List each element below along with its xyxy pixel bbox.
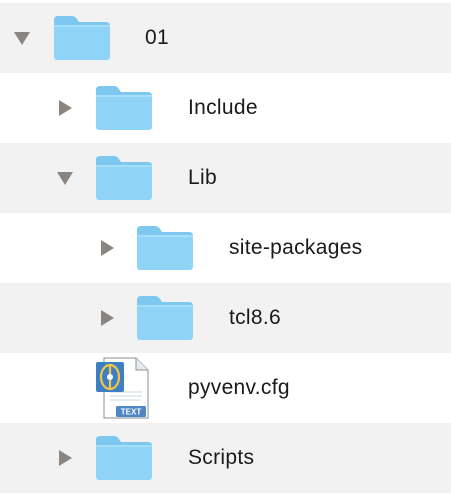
tree-row-pyvenv-cfg[interactable]: TEXT pyvenv.cfg (0, 353, 451, 423)
text-document-icon: TEXT (96, 357, 149, 419)
tree-row-include[interactable]: Include (0, 73, 451, 143)
tree-row-label: Scripts (188, 446, 255, 469)
disclosure-collapsed-icon[interactable] (57, 100, 73, 116)
disclosure-collapsed-icon[interactable] (57, 450, 73, 466)
folder-icon (96, 86, 152, 130)
tree-row-label: pyvenv.cfg (188, 376, 290, 399)
folder-icon (137, 296, 193, 340)
tree-row-scripts[interactable]: Scripts (0, 423, 451, 493)
tree-row-lib[interactable]: Lib (0, 143, 451, 213)
folder-icon (137, 226, 193, 270)
disclosure-expanded-icon[interactable] (57, 170, 73, 186)
tree-row-label: Lib (188, 166, 217, 189)
tree-row-label: site-packages (229, 236, 363, 259)
finder-outline-view: 01 Include Lib site-packages tcl8.6 TEXT… (0, 0, 451, 496)
disclosure-collapsed-icon[interactable] (99, 310, 115, 326)
folder-icon (54, 16, 110, 60)
tree-row-tcl[interactable]: tcl8.6 (0, 283, 451, 353)
tree-row-01[interactable]: 01 (0, 3, 451, 73)
tree-row-label: tcl8.6 (229, 306, 281, 329)
disclosure-expanded-icon[interactable] (14, 30, 30, 46)
disclosure-collapsed-icon[interactable] (99, 240, 115, 256)
tree-row-label: Include (188, 96, 258, 119)
folder-icon (96, 436, 152, 480)
text-badge: TEXT (121, 408, 142, 417)
folder-icon (96, 156, 152, 200)
tree-row-site-packages[interactable]: site-packages (0, 213, 451, 283)
tree-row-label: 01 (145, 26, 169, 49)
